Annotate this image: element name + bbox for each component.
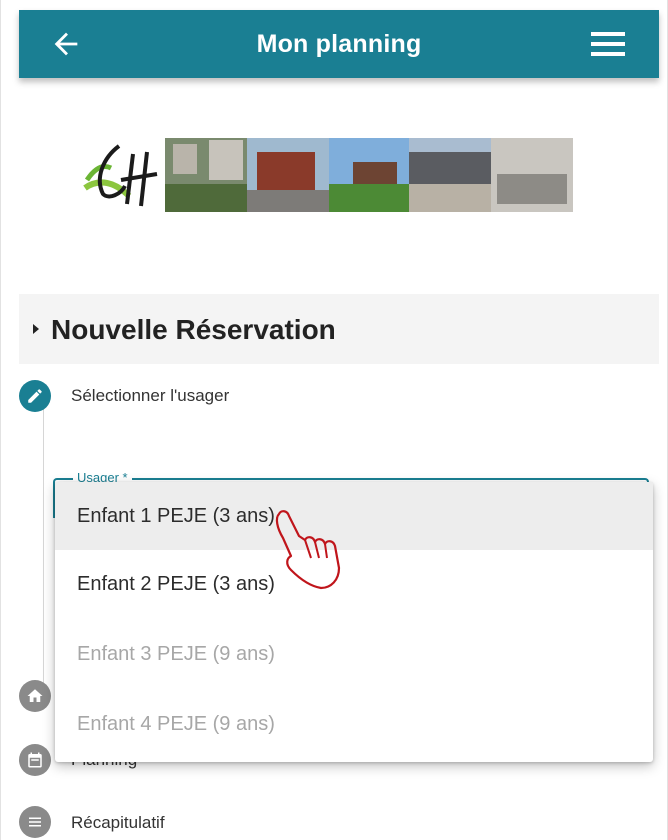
banner-image <box>83 138 573 212</box>
page-title: Mon planning <box>256 30 422 58</box>
step-1-label: Sélectionner l'usager <box>71 386 230 405</box>
dropdown-option[interactable]: Enfant 1 PEJE (3 ans) <box>55 482 653 550</box>
dropdown-option: Enfant 4 PEJE (9 ans) <box>77 713 275 735</box>
step-1-icon[interactable] <box>19 380 51 412</box>
section-header[interactable]: Nouvelle Réservation <box>19 294 659 364</box>
list-icon <box>29 817 41 827</box>
ch-logo <box>83 144 158 207</box>
home-icon <box>27 689 43 702</box>
section-title: Nouvelle Réservation <box>51 314 336 345</box>
step-4-icon[interactable] <box>19 806 51 838</box>
step-4-label: Récapitulatif <box>71 813 165 832</box>
dropdown-option: Enfant 3 PEJE (9 ans) <box>77 643 275 665</box>
calendar-icon <box>28 752 42 768</box>
hamburger-menu-icon[interactable] <box>591 29 625 59</box>
usager-dropdown-menu: Enfant 1 PEJE (3 ans) Enfant 2 PEJE (3 a… <box>55 482 653 762</box>
app-bar: Mon planning <box>19 10 659 78</box>
pencil-icon <box>28 389 42 403</box>
step-2-icon[interactable] <box>19 680 51 712</box>
step-3-icon[interactable] <box>19 744 51 776</box>
caret-right-icon <box>33 324 39 334</box>
dropdown-option[interactable]: Enfant 2 PEJE (3 ans) <box>55 550 653 618</box>
stepper-line <box>43 398 44 698</box>
app-frame: Mon planning Nouvelle Réservation Sélect… <box>0 0 668 840</box>
